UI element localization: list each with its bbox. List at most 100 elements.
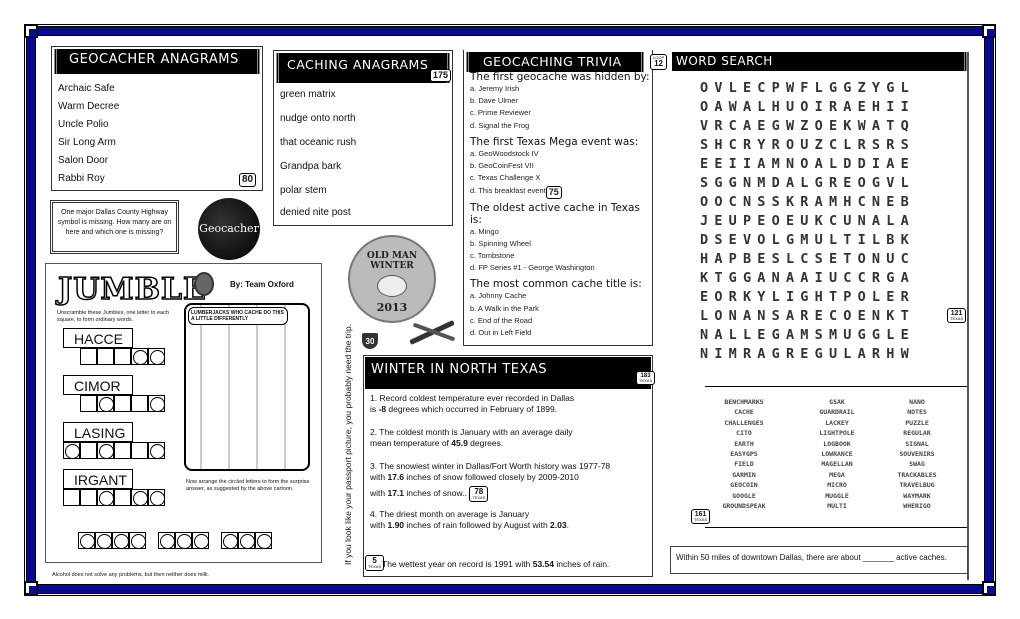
fact-5: The wettest year on record is 1991 with … <box>382 559 610 569</box>
word-search-row: DSEVOLGMULTILBK <box>700 232 915 248</box>
panel-title: GEOCACHING TRIVIA <box>466 52 644 72</box>
trivia-questions: The first geocache was hidden by: a. Jer… <box>470 71 650 339</box>
circled-letter-box[interactable] <box>131 348 148 365</box>
dallas-question: Within 50 miles of downtown Dallas, ther… <box>670 546 968 574</box>
circled-letter-box[interactable] <box>158 532 175 549</box>
word-search-row: OAWALHUOIRAEHII <box>700 99 915 115</box>
word-list-item: TRACKABLES <box>897 470 937 479</box>
circled-letter-box[interactable] <box>97 442 114 459</box>
question-text: The first geocache was hidden by: <box>470 71 650 83</box>
letter-box[interactable] <box>114 489 131 506</box>
word-list-item: GARMIN <box>732 470 756 479</box>
letter-box[interactable] <box>114 348 131 365</box>
letter-box[interactable] <box>131 395 148 412</box>
cartoon-speech-bubble: LUMBERJACKS WHO CACHE DO THIS A LITTLE D… <box>188 307 288 325</box>
word-search-row: OVLECPWFLGGZYGL <box>700 80 915 96</box>
circled-letter-box[interactable] <box>112 532 129 549</box>
circled-letter-box[interactable] <box>148 442 165 459</box>
winter-facts: 1. Record coldest temperature ever recor… <box>370 393 650 531</box>
cartoon: LUMBERJACKS WHO CACHE DO THIS A LITTLE D… <box>184 303 310 471</box>
anagram-item: denied nite post <box>280 207 351 218</box>
answer: d. Signal the Frog <box>470 120 530 130</box>
word-list-item: MAGELLAN <box>821 460 853 469</box>
circled-letter-box[interactable] <box>95 532 112 549</box>
jumble-answer-cells <box>80 348 165 365</box>
word-search-row: NIMRAGREGULARHW <box>700 346 915 362</box>
jumble-scrambled-word: IRGANT <box>63 469 133 489</box>
word-list-item: MUGGLE <box>825 491 849 500</box>
fact-4: 4. The driest month on average is Januar… <box>370 509 569 530</box>
circled-letter-box[interactable] <box>97 395 114 412</box>
circled-letter-box[interactable] <box>131 489 148 506</box>
passport-note: If you look like your passport picture, … <box>343 324 353 565</box>
answer: b. Spinning Wheel <box>470 238 531 248</box>
jumble-scrambled-word: CIMOR <box>63 375 133 395</box>
letter-box[interactable] <box>80 348 97 365</box>
jumble-scrambled-word: HACCE <box>63 328 133 348</box>
question-text: The first Texas Mega event was: <box>470 135 639 148</box>
trivia-panel: GEOCACHING TRIVIA LOOP 12 The first geoca… <box>463 50 668 346</box>
word-list-item: CHALLENGES <box>724 418 764 427</box>
answer: d. Out in Left Field <box>470 328 532 338</box>
circled-letter-box[interactable] <box>255 532 272 549</box>
word-list-column: NANO NOTES PUZZLE REGULAR SIGNAL SOUVENIRS SWA… <box>877 397 957 511</box>
circled-letter-box[interactable] <box>175 532 192 549</box>
jumble-answer-cells <box>80 395 165 412</box>
word-list-item: SIGNAL <box>905 439 929 448</box>
circled-letter-box[interactable] <box>148 395 165 412</box>
circled-letter-box[interactable] <box>148 489 165 506</box>
circled-letter-box[interactable] <box>221 532 238 549</box>
answer: c. Prime Reviewer <box>470 108 531 118</box>
circled-letter-box[interactable] <box>238 532 255 549</box>
trivia-question: The first geocache was hidden by: a. Jer… <box>470 71 650 132</box>
circled-letter-box[interactable] <box>78 532 95 549</box>
circled-letter-box[interactable] <box>63 442 80 459</box>
answer: b. Dave Ulmer <box>470 96 518 106</box>
answer: c. Tombstone <box>470 251 515 261</box>
highway-question: One major Dallas County Highway symbol i… <box>50 200 179 254</box>
word-list-item: NANO <box>909 398 925 406</box>
word-search-row: EEIIAMNOALDDIAE <box>700 156 915 172</box>
word-list-item: PUZZLE <box>905 418 929 427</box>
letter-box[interactable] <box>131 442 148 459</box>
word-list-item: GEOCOIN <box>730 481 758 490</box>
word-search-row: NALLEGAMSMUGGLE <box>700 327 915 343</box>
circled-letter-box[interactable] <box>97 489 114 506</box>
jumble-scrambled-word: LASING <box>63 422 133 442</box>
old-man-winter-medallion: OLD MAN WINTER 2013 <box>348 235 436 323</box>
letter-box[interactable] <box>97 348 114 365</box>
word-list-item: REGULAR <box>903 429 931 438</box>
circled-letter-box[interactable] <box>129 532 146 549</box>
word-search-row: SGGNMDALGREOGVL <box>700 175 915 191</box>
word-list-item: WAYMARK <box>903 491 931 500</box>
letter-box[interactable] <box>114 442 131 459</box>
jumble-final-instructions: Now arrange the circled letters to form … <box>186 479 310 492</box>
anagram-item: Archaic Safe <box>58 83 115 94</box>
word-list-item: TRAVELBUG <box>899 481 935 490</box>
letter-box[interactable] <box>80 395 97 412</box>
letter-box[interactable] <box>63 489 80 506</box>
word-list-item: NOTES <box>907 408 927 417</box>
answer: b. A Walk in the Park <box>470 303 539 313</box>
word-list-item: FIELD <box>734 460 754 469</box>
letter-box[interactable] <box>80 442 97 459</box>
word-list-column: BENCHMARKS CACHE CHALLENGES CITO EARTH EASYGP… <box>704 397 784 511</box>
word-list-item: CITO <box>736 429 752 438</box>
letter-box[interactable] <box>114 395 131 412</box>
face-icon <box>377 275 407 297</box>
highway-shield-icon: 80 <box>239 173 257 187</box>
word-list-item: LOWRANCE <box>821 450 853 459</box>
word-search-row: OOCNSSKRAMHCNEB <box>700 194 915 210</box>
highway-shield-icon: 183 TEXAS <box>636 371 656 385</box>
word-search-row: KTGGANAAIUCCRGA <box>700 270 915 286</box>
word-list-item: MULTI <box>827 502 847 511</box>
circled-letter-box[interactable] <box>192 532 209 549</box>
answer: a. GeoWoodstock IV <box>470 148 539 158</box>
answer: a. Jeremy Irish <box>470 84 520 93</box>
letter-box[interactable] <box>80 489 97 506</box>
circled-letter-box[interactable] <box>148 348 165 365</box>
loop-shield-icon: LOOP 12 <box>650 54 668 70</box>
word-list-item: GUARDRAIL <box>819 408 855 417</box>
anagram-item: that oceanic rush <box>280 137 357 148</box>
jumble-logo: JUMBLE <box>57 271 207 308</box>
